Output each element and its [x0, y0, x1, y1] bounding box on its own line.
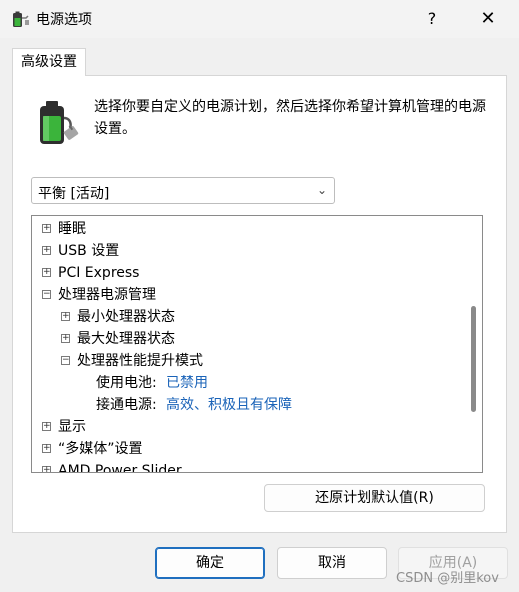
- title-bar: 电源选项 ? ✕: [0, 0, 519, 38]
- battery-plug-icon: [40, 101, 79, 144]
- setting-value[interactable]: 已禁用: [166, 372, 208, 394]
- close-button[interactable]: ✕: [466, 0, 510, 38]
- scrollbar-thumb[interactable]: [471, 306, 476, 412]
- expand-icon[interactable]: +: [42, 246, 51, 255]
- description-text: 选择你要自定义的电源计划，然后选择你希望计算机管理的电源设置。: [94, 99, 486, 137]
- tree-scrollbar[interactable]: [466, 216, 482, 472]
- collapse-icon[interactable]: −: [61, 356, 70, 365]
- power-plan-dropdown[interactable]: 平衡 [活动] ⌄: [31, 177, 335, 204]
- chevron-down-icon: ⌄: [316, 183, 327, 197]
- expand-icon[interactable]: +: [42, 444, 51, 453]
- setting-label: 使用电池:: [96, 375, 157, 391]
- watermark: CSDN @别里kov: [396, 571, 499, 586]
- setting-value[interactable]: 高效、积极且有保障: [166, 394, 292, 416]
- restore-defaults-button[interactable]: 还原计划默认值(R): [264, 484, 485, 512]
- expand-icon[interactable]: +: [61, 334, 70, 343]
- expand-icon[interactable]: +: [42, 422, 51, 431]
- expand-icon[interactable]: +: [61, 312, 70, 321]
- power-plan-value: 平衡 [活动]: [38, 186, 110, 202]
- tab-advanced-settings[interactable]: 高级设置: [12, 48, 86, 76]
- cancel-button[interactable]: 取消: [277, 547, 387, 579]
- expand-icon[interactable]: +: [42, 466, 51, 472]
- setting-label: 接通电源:: [96, 397, 157, 413]
- settings-tree[interactable]: + 睡眠 + USB 设置 + PCI Express − 处理器电源管理 + …: [31, 215, 483, 473]
- help-button[interactable]: ?: [412, 0, 452, 38]
- collapse-icon[interactable]: −: [42, 290, 51, 299]
- expand-icon[interactable]: +: [42, 268, 51, 277]
- power-options-icon: [13, 11, 29, 27]
- window-title: 电源选项: [36, 12, 92, 28]
- expand-icon[interactable]: +: [42, 224, 51, 233]
- ok-button[interactable]: 确定: [155, 547, 265, 579]
